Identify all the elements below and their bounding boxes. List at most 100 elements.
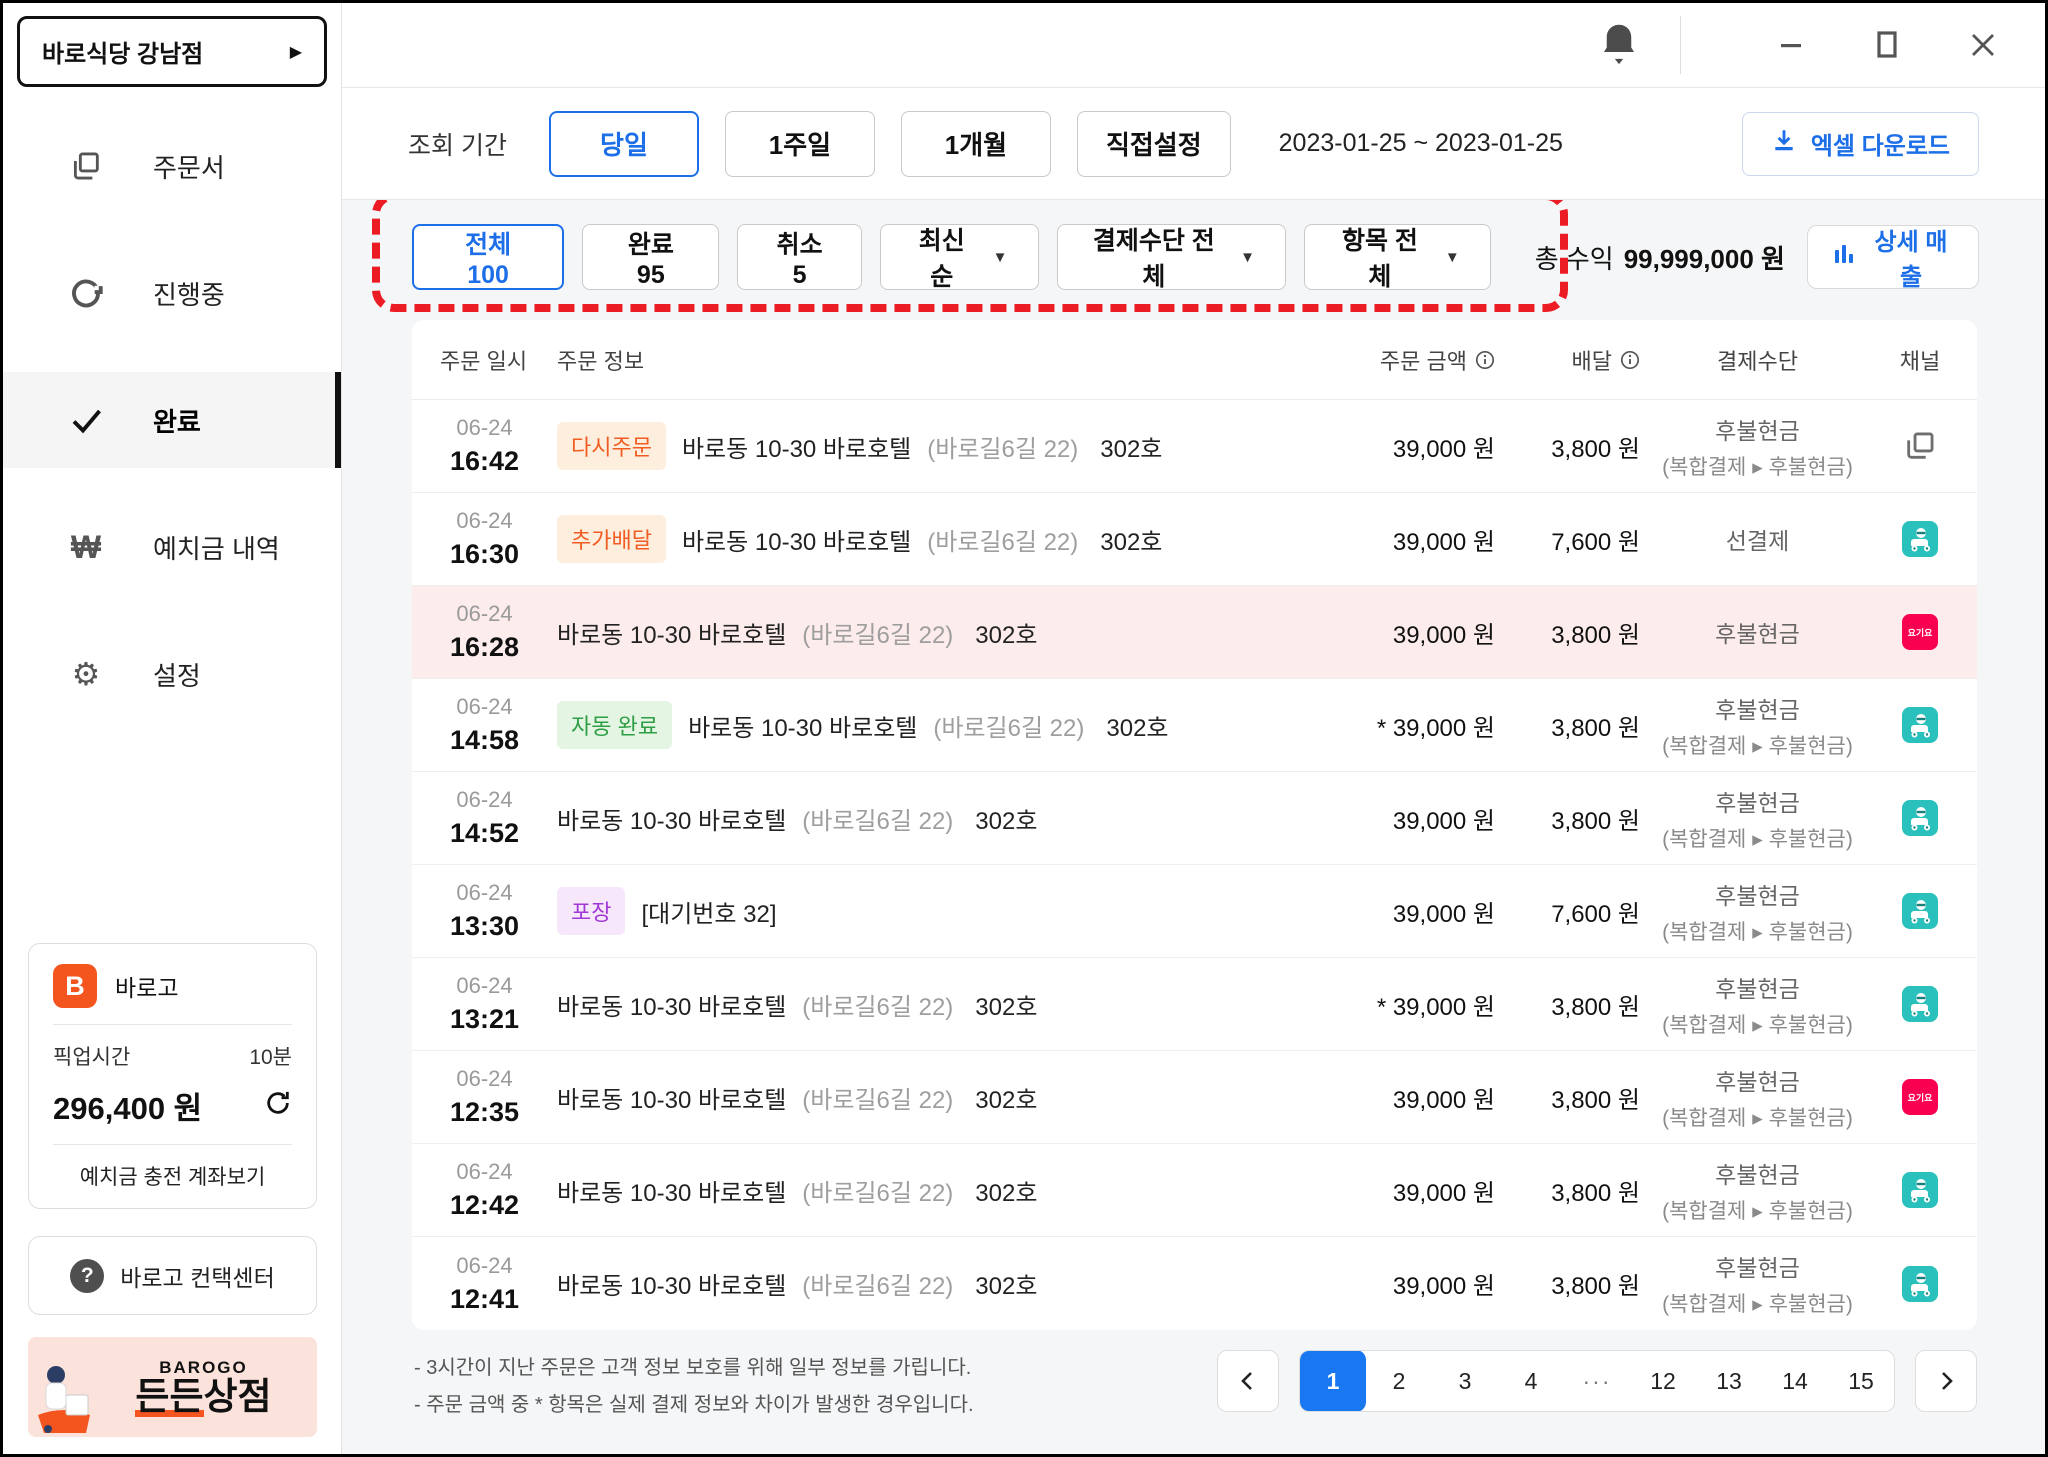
detail-sales-button[interactable]: 상세 매출 <box>1806 225 1980 291</box>
page-number[interactable]: 4 <box>1498 1351 1564 1411</box>
deposit-account-link[interactable]: 예치금 충전 계좌보기 <box>53 1161 292 1191</box>
refresh-icon[interactable] <box>264 1089 292 1122</box>
order-time: 12:35 <box>449 1097 520 1127</box>
order-time: 16:42 <box>449 446 520 476</box>
titlebar-divider <box>1680 16 1681 74</box>
date-range: 2023-01-25 ~ 2023-01-25 <box>1278 129 1563 157</box>
col-header-datetime: 주문 일시 <box>440 348 528 374</box>
delivery-fee: 7,600 원 <box>1551 900 1640 928</box>
order-place: 바로동 10-30 바로호텔 <box>557 1179 787 1207</box>
promo-banner[interactable]: BAROGO 든든상점 <box>28 1337 317 1437</box>
table-row[interactable]: 06-24 16:42 다시주문 바로동 10-30 바로호텔 (바로길6길 2… <box>412 400 1977 493</box>
order-unit: 302호 <box>1100 435 1163 463</box>
prev-page-button[interactable] <box>1217 1350 1279 1412</box>
promo-illustration <box>28 1337 100 1437</box>
payment-method: 선결제 <box>1725 528 1790 554</box>
order-address-sub: (바로길6길 22) <box>927 528 1079 556</box>
filter-tab-completed[interactable]: 완료 95 <box>582 224 720 290</box>
status-badge: 추가배달 <box>557 515 666 563</box>
order-unit: 302호 <box>975 1086 1038 1114</box>
close-button[interactable] <box>1963 25 2003 65</box>
table-row[interactable]: 06-24 16:28 바로동 10-30 바로호텔 (바로길6길 22) 30… <box>412 586 1977 679</box>
table-row[interactable]: 06-24 14:58 자동 완료 바로동 10-30 바로호텔 (바로길6길 … <box>412 679 1977 772</box>
filter-tab-cancelled[interactable]: 취소 5 <box>737 224 862 290</box>
order-date: 06-24 <box>456 1066 513 1091</box>
order-time: 14:52 <box>449 818 520 848</box>
period-custom-button[interactable]: 직접설정 <box>1076 110 1231 177</box>
delivery-fee: 3,800 원 <box>1551 1086 1640 1114</box>
download-icon <box>1771 127 1797 160</box>
table-row[interactable]: 06-24 16:30 추가배달 바로동 10-30 바로호텔 (바로길6길 2… <box>412 493 1977 586</box>
order-unit: 302호 <box>975 621 1038 649</box>
page-number[interactable]: 1 <box>1300 1351 1366 1411</box>
table-row[interactable]: 06-24 12:42 바로동 10-30 바로호텔 (바로길6길 22) 30… <box>412 1144 1977 1237</box>
order-unit: 302호 <box>975 993 1038 1021</box>
table-row[interactable]: 06-24 12:35 바로동 10-30 바로호텔 (바로길6길 22) 30… <box>412 1051 1977 1144</box>
order-amount: * 39,000 원 <box>1376 993 1495 1021</box>
sidebar: 바로식당 강남점 ▶ 주문서 진행중 완료 ₩ 예치금 내역 ⚙ 설정 B 바로… <box>3 3 342 1454</box>
excel-download-button[interactable]: 엑셀 다운로드 <box>1741 111 1979 176</box>
channel-cell: 요기요 <box>1875 1079 1965 1115</box>
page-number[interactable]: 13 <box>1696 1351 1762 1411</box>
payment-method: 후불현금 <box>1715 621 1800 647</box>
period-today-button[interactable]: 당일 <box>548 110 699 177</box>
order-time: 13:30 <box>449 911 520 941</box>
channel-cell <box>1875 521 1965 557</box>
filter-tab-all[interactable]: 전체 100 <box>412 224 565 290</box>
table-row[interactable]: 06-24 12:41 바로동 10-30 바로호텔 (바로길6길 22) 30… <box>412 1237 1977 1330</box>
order-address-sub: (바로길6길 22) <box>927 435 1079 463</box>
order-date: 06-24 <box>456 415 513 440</box>
table-row[interactable]: 06-24 13:30 포장 [대기번호 32] 39,000 원 7,600 … <box>412 865 1977 958</box>
notification-bell-icon[interactable] <box>1598 21 1640 70</box>
order-place: 바로동 10-30 바로호텔 <box>688 714 918 742</box>
order-address-sub: (바로길6길 22) <box>802 621 954 649</box>
contact-center-button[interactable]: ? 바로고 컨택센터 <box>28 1236 317 1315</box>
page-number[interactable]: 2 <box>1366 1351 1432 1411</box>
payment-method-detail: (복합결제 ▸ 후불현금) <box>1662 1293 1853 1316</box>
chevron-down-icon: ▼ <box>1240 248 1256 266</box>
sidebar-item-settings[interactable]: ⚙ 설정 <box>3 626 341 722</box>
total-revenue: 총 수익 99,999,000 원 <box>1534 243 1785 274</box>
chevron-down-icon: ▼ <box>1444 248 1460 266</box>
table-row[interactable]: 06-24 13:21 바로동 10-30 바로호텔 (바로길6길 22) 30… <box>412 958 1977 1051</box>
channel-cell <box>1875 986 1965 1022</box>
order-amount: * 39,000 원 <box>1376 714 1495 742</box>
page-number[interactable]: 12 <box>1630 1351 1696 1411</box>
page-number[interactable]: 3 <box>1432 1351 1498 1411</box>
delivery-fee: 3,800 원 <box>1551 807 1640 835</box>
page-number[interactable]: 15 <box>1828 1351 1894 1411</box>
footer-notes: - 3시간이 지난 주문은 고객 정보 보호를 위해 일부 정보를 가립니다. … <box>414 1350 974 1424</box>
order-date: 06-24 <box>456 787 513 812</box>
order-address-sub: (바로길6길 22) <box>802 993 954 1021</box>
item-filter-dropdown[interactable]: 항목 전체 ▼ <box>1304 224 1491 291</box>
page-number[interactable]: 14 <box>1762 1351 1828 1411</box>
svg-text:요기요: 요기요 <box>1908 627 1934 638</box>
table-row[interactable]: 06-24 14:52 바로동 10-30 바로호텔 (바로길6길 22) 30… <box>412 772 1977 865</box>
period-month-button[interactable]: 1개월 <box>900 110 1051 177</box>
period-week-button[interactable]: 1주일 <box>724 110 875 177</box>
sort-dropdown[interactable]: 최신순 ▼ <box>879 224 1039 291</box>
sidebar-item-orders[interactable]: 주문서 <box>3 118 341 214</box>
order-address-sub: (바로길6길 22) <box>802 1273 954 1300</box>
channel-cell <box>1875 1265 1965 1302</box>
deposit-card: B 바로고 픽업시간 10분 296,400 원 예치금 충전 계좌보기 <box>28 943 317 1209</box>
sidebar-item-in-progress[interactable]: 진행중 <box>3 245 341 341</box>
order-time: 14:58 <box>449 725 520 755</box>
delivery-fee: 3,800 원 <box>1551 621 1640 649</box>
maximize-button[interactable] <box>1867 25 1907 65</box>
sidebar-item-deposit-history[interactable]: ₩ 예치금 내역 <box>3 499 341 595</box>
payment-method-dropdown[interactable]: 결제수단 전체 ▼ <box>1056 224 1287 291</box>
store-name: 바로식당 강남점 <box>42 41 204 68</box>
order-time: 12:41 <box>449 1283 520 1314</box>
minimize-button[interactable] <box>1771 25 1811 65</box>
chevron-down-icon: ▼ <box>992 248 1008 266</box>
delivery-fee: 3,800 원 <box>1551 714 1640 742</box>
sidebar-item-completed[interactable]: 완료 <box>3 372 341 468</box>
progress-spinner-icon <box>63 270 109 316</box>
next-page-button[interactable] <box>1915 1350 1977 1412</box>
delivery-fee: 3,800 원 <box>1551 435 1640 463</box>
store-selector-button[interactable]: 바로식당 강남점 ▶ <box>17 16 327 87</box>
channel-cell <box>1875 707 1965 743</box>
order-place: 바로동 10-30 바로호텔 <box>681 528 912 556</box>
order-place: 바로동 10-30 바로호텔 <box>557 1086 787 1114</box>
